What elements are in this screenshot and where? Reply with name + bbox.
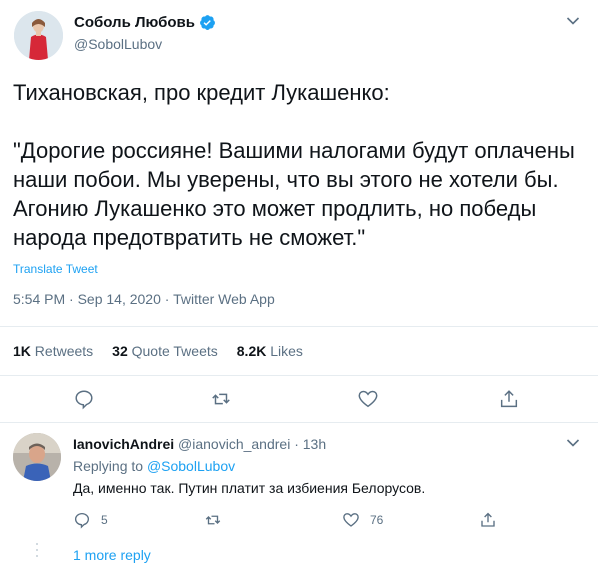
retweets-label: Retweets (34, 343, 94, 359)
reply-tweet[interactable]: IanovichAndrei @ianovich_andrei · 13h Re… (0, 423, 598, 570)
reply-text: Да, именно так. Путин платит за избиения… (73, 480, 426, 496)
author-handle[interactable]: @SobolLubov (74, 36, 162, 52)
thread-dots (36, 543, 38, 557)
show-more-replies-link[interactable]: 1 more reply (73, 547, 151, 563)
reply-like-count: 76 (370, 513, 384, 527)
reply-author-name[interactable]: IanovichAndrei (73, 436, 174, 452)
reply-icon[interactable] (73, 388, 95, 410)
reply-retweet-action[interactable] (204, 511, 232, 529)
reply-header: IanovichAndrei @ianovich_andrei · 13h (73, 436, 326, 452)
likes-stat[interactable]: 8.2K Likes (237, 343, 303, 359)
verified-badge-icon (200, 15, 215, 30)
reply-avatar-photo (13, 433, 61, 481)
retweets-stat[interactable]: 1K Retweets (13, 343, 93, 359)
tweet-actions (0, 388, 598, 412)
reply-avatar[interactable] (13, 433, 61, 481)
avatar-photo (14, 11, 63, 60)
reply-author-handle[interactable]: @ianovich_andrei (178, 436, 290, 452)
divider (0, 326, 598, 327)
tweet-stats: 1K Retweets 32 Quote Tweets 8.2K Likes (13, 343, 303, 359)
main-tweet: Соболь Любовь @SobolLubov Тихановская, п… (0, 0, 598, 422)
author-name[interactable]: Соболь Любовь (74, 14, 216, 31)
reply-like-action[interactable]: 76 (342, 511, 383, 529)
quote-tweets-label: Quote Tweets (131, 343, 218, 359)
author-name-text[interactable]: Соболь Любовь (74, 14, 195, 31)
likes-label: Likes (270, 343, 303, 359)
reply-share-action[interactable] (479, 511, 507, 529)
replying-to-label: Replying to (73, 458, 144, 474)
like-heart-icon[interactable] (357, 388, 379, 410)
quote-tweets-count: 32 (112, 343, 128, 359)
reply-reply-action[interactable]: 5 (73, 511, 108, 529)
quote-tweets-stat[interactable]: 32 Quote Tweets (112, 343, 218, 359)
tweet-timestamp[interactable]: 5:54 PM · Sep 14, 2020 · Twitter Web App (13, 291, 275, 307)
reply-reply-count: 5 (101, 513, 108, 527)
retweet-icon[interactable] (210, 388, 232, 410)
chevron-down-icon[interactable] (566, 14, 580, 28)
reply-icon[interactable] (73, 511, 91, 529)
reply-time[interactable]: · 13h (294, 436, 326, 452)
retweets-count: 1K (13, 343, 31, 359)
likes-count: 8.2K (236, 343, 267, 359)
translate-tweet-link[interactable]: Translate Tweet (13, 262, 98, 276)
like-heart-icon[interactable] (342, 511, 360, 529)
share-icon[interactable] (479, 511, 497, 529)
share-icon[interactable] (498, 388, 520, 410)
divider (0, 375, 598, 376)
replying-to-mention[interactable]: @SobolLubov (147, 458, 235, 474)
chevron-down-icon[interactable] (566, 436, 580, 450)
author-avatar[interactable] (14, 11, 63, 60)
tweet-text: Тихановская, про кредит Лукашенко: "Доро… (13, 80, 575, 250)
retweet-icon[interactable] (204, 511, 222, 529)
replying-to: Replying to @SobolLubov (73, 458, 235, 474)
